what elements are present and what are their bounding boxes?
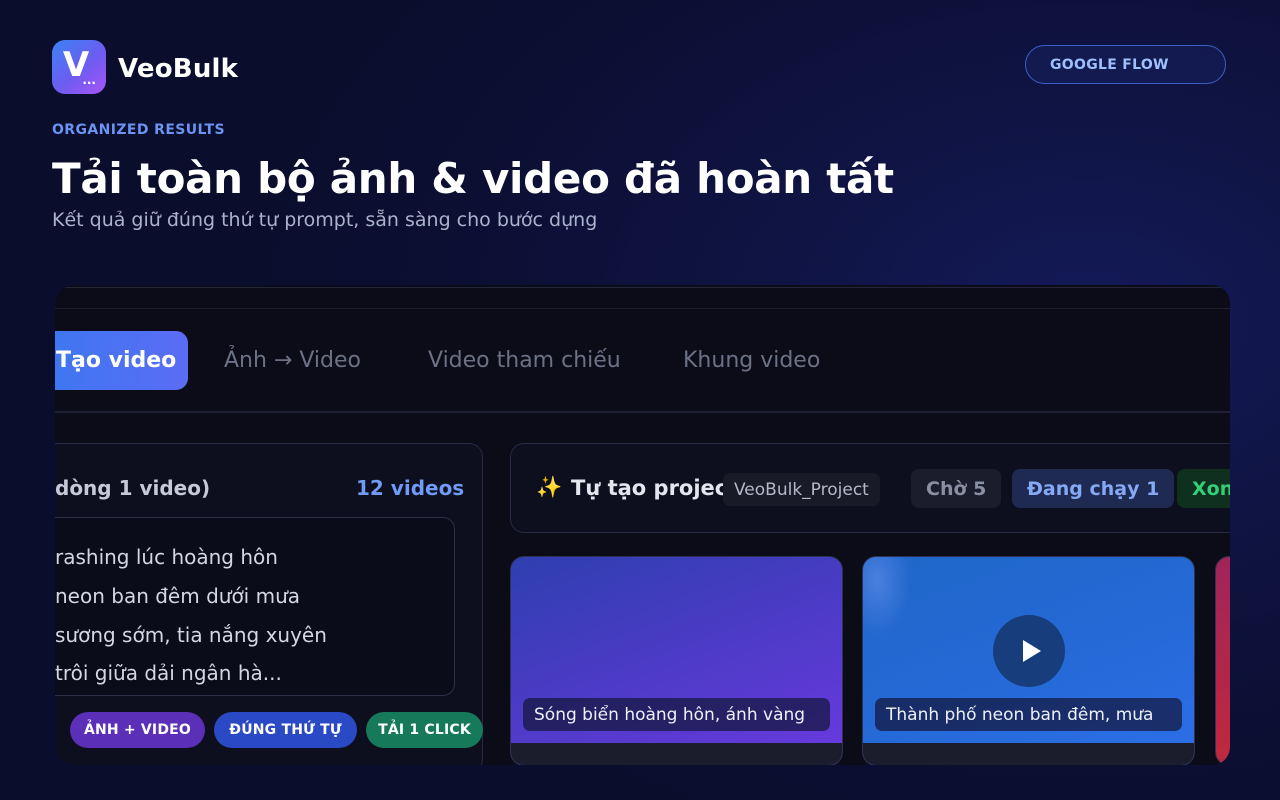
- hero-title: Tải toàn bộ ảnh & video đã hoàn tất: [52, 154, 894, 203]
- google-flow-button[interactable]: GOOGLE FLOW: [1025, 45, 1226, 84]
- prompt-line: neon ban đêm dưới mưa: [55, 584, 301, 608]
- auto-project-label: Tự tạo project: [571, 476, 738, 500]
- video-card[interactable]: Sóng biển hoàng hôn, ánh vàng: [510, 556, 843, 765]
- chip-image-video: ẢNH + VIDEO: [70, 712, 205, 748]
- status-badge-done: Xon: [1177, 469, 1230, 508]
- prompt-line: trôi giữa dải ngân hà...: [55, 661, 282, 685]
- video-card[interactable]: [1215, 556, 1230, 765]
- chip-correct-order: ĐÚNG THỨ TỰ: [214, 712, 357, 748]
- tabs-divider: [55, 411, 1230, 413]
- panel-divider-top: [55, 287, 1230, 288]
- tab-reference-video[interactable]: Video tham chiếu: [428, 348, 621, 373]
- panel-divider-toolbar: [55, 308, 1230, 309]
- hero-eyebrow: ORGANIZED RESULTS: [52, 122, 225, 138]
- video-caption: Sóng biển hoàng hôn, ánh vàng: [523, 698, 830, 731]
- sparkles-icon: ✨: [536, 475, 563, 499]
- prompts-card-title: dòng 1 video): [55, 476, 211, 500]
- prompts-count: 12 videos: [356, 476, 465, 500]
- tab-create-video[interactable]: Tạo video: [55, 331, 188, 390]
- project-name-field[interactable]: VeoBulk_Project: [723, 473, 880, 506]
- logo-dots: ...: [82, 73, 96, 87]
- chip-one-click-download: TẢI 1 CLICK: [366, 712, 483, 748]
- video-card-footer: [511, 743, 842, 765]
- tab-video-frames[interactable]: Khung video: [683, 348, 820, 373]
- status-badge-running: Đang chạy 1: [1012, 469, 1175, 508]
- app-preview-panel: Tạo video Ảnh → Video Video tham chiếu K…: [55, 285, 1230, 765]
- hero-subtitle: Kết quả giữ đúng thứ tự prompt, sẵn sàng…: [52, 209, 598, 231]
- app-logo: V ...: [52, 40, 106, 94]
- video-card[interactable]: Thành phố neon ban đêm, mưa: [862, 556, 1195, 765]
- video-thumbnail-texture: [863, 557, 911, 637]
- prompt-line: rashing lúc hoàng hôn: [55, 545, 278, 569]
- play-icon[interactable]: [993, 615, 1065, 687]
- video-card-footer: [863, 743, 1194, 765]
- status-badge-waiting: Chờ 5: [911, 469, 1002, 508]
- tab-image-to-video[interactable]: Ảnh → Video: [224, 348, 361, 373]
- prompt-line: sương sớm, tia nắng xuyên: [55, 623, 327, 647]
- video-caption: Thành phố neon ban đêm, mưa: [875, 698, 1182, 731]
- brand-name: VeoBulk: [118, 54, 239, 84]
